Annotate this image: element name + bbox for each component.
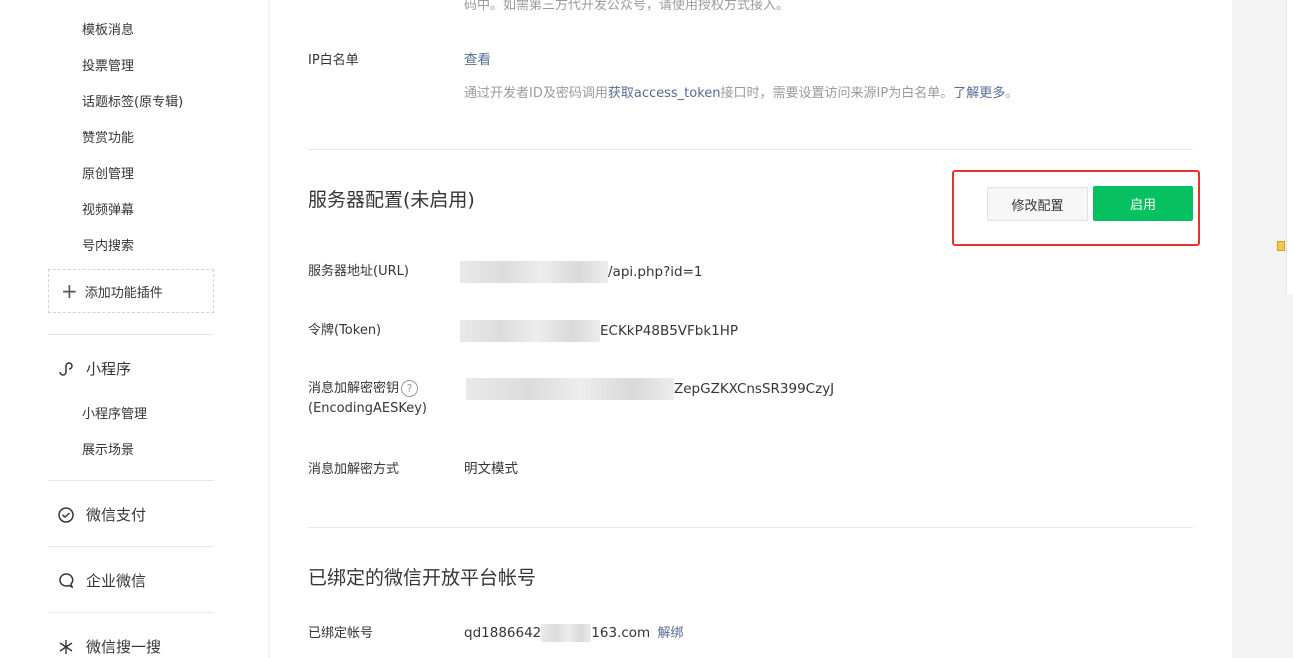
server-url-value: /api.php?id=1 bbox=[460, 261, 703, 283]
server-url-label: 服务器地址(URL) bbox=[308, 264, 409, 279]
sidebar-group-wechat-search[interactable]: 微信搜一搜 bbox=[56, 636, 161, 657]
sidebar-item-original-management[interactable]: 原创管理 bbox=[82, 163, 134, 182]
mini-program-icon bbox=[56, 359, 76, 379]
account-suffix: 163.com bbox=[591, 625, 651, 641]
sidebar-group-mini-program[interactable]: 小程序 bbox=[56, 358, 131, 379]
wechat-pay-icon bbox=[56, 505, 76, 525]
redacted-area bbox=[466, 378, 674, 400]
token-value: ECKkP48B5VFbk1HP bbox=[460, 320, 738, 342]
help-icon[interactable]: ? bbox=[401, 380, 419, 397]
aes-key-value: ZepGZKXCnsSR399CzyJ bbox=[466, 378, 834, 400]
add-plugin-button[interactable]: + 添加功能插件 bbox=[48, 269, 214, 313]
token-label: 令牌(Token) bbox=[308, 323, 382, 338]
redacted-area bbox=[460, 320, 600, 342]
sidebar-divider bbox=[48, 546, 214, 547]
sidebar-item-in-account-search[interactable]: 号内搜索 bbox=[82, 235, 134, 254]
sidebar-group-label: 微信支付 bbox=[86, 506, 147, 524]
sidebar-item-topic-tags[interactable]: 话题标签(原专辑) bbox=[82, 91, 183, 110]
add-plugin-label: 添加功能插件 bbox=[84, 285, 163, 301]
page-gutter bbox=[1232, 0, 1293, 658]
tip-text: 。 bbox=[1005, 86, 1019, 101]
learn-more-link[interactable]: 了解更多 bbox=[953, 86, 1005, 101]
ip-whitelist-label: IP白名单 bbox=[308, 53, 359, 68]
sidebar-item-template-message[interactable]: 模板消息 bbox=[82, 19, 134, 38]
sidebar-group-label: 企业微信 bbox=[86, 572, 147, 590]
sidebar-divider bbox=[48, 480, 214, 481]
section-divider bbox=[308, 527, 1193, 528]
feedback-marker-icon[interactable] bbox=[1277, 241, 1285, 251]
redacted-area bbox=[460, 261, 608, 283]
section-divider bbox=[308, 149, 1193, 150]
sidebar-group-wechat-pay[interactable]: 微信支付 bbox=[56, 504, 146, 525]
encryption-mode-label: 消息加解密方式 bbox=[308, 462, 400, 477]
sidebar-divider bbox=[48, 334, 214, 335]
sidebar-item-vote-management[interactable]: 投票管理 bbox=[82, 55, 134, 74]
server-config-title: 服务器配置(未启用) bbox=[308, 189, 475, 211]
sidebar-item-reward[interactable]: 赞赏功能 bbox=[82, 127, 134, 146]
truncated-description: 码中。如需第三方代开发公众号，请使用授权方式接入。 bbox=[464, 0, 790, 13]
plus-icon: + bbox=[61, 279, 78, 303]
sidebar-divider bbox=[48, 612, 214, 613]
sidebar-item-mini-program-management[interactable]: 小程序管理 bbox=[82, 403, 147, 422]
work-wechat-icon bbox=[56, 571, 76, 591]
encryption-mode-value: 明文模式 bbox=[464, 461, 518, 477]
sidebar-item-video-danmaku[interactable]: 视频弹幕 bbox=[82, 199, 134, 218]
sidebar-group-label: 微信搜一搜 bbox=[86, 638, 162, 656]
account-prefix: qd1886642 bbox=[464, 625, 542, 641]
aes-key-label-line1: 消息加解密密钥 bbox=[308, 381, 400, 396]
unbind-link[interactable]: 解绑 bbox=[657, 626, 683, 641]
tip-text: 接口时，需要设置访问来源IP为白名单。 bbox=[720, 86, 954, 101]
server-url-text: /api.php?id=1 bbox=[608, 264, 703, 280]
token-text: ECKkP48B5VFbk1HP bbox=[600, 323, 739, 339]
bound-account-value: qd1886642 163.com 解绑 bbox=[464, 623, 683, 644]
bound-account-label: 已绑定帐号 bbox=[308, 626, 374, 641]
enable-button[interactable]: 启用 bbox=[1093, 186, 1193, 221]
tip-text: 通过开发者ID及密码调用 bbox=[464, 86, 608, 101]
modify-config-button[interactable]: 修改配置 bbox=[987, 187, 1088, 221]
sidebar-group-label: 小程序 bbox=[86, 360, 132, 378]
redacted-area bbox=[541, 624, 592, 642]
ip-whitelist-view-link[interactable]: 查看 bbox=[464, 50, 491, 70]
wechat-search-icon bbox=[56, 637, 76, 657]
aes-key-label: 消息加解密密钥? (EncodingAESKey) bbox=[308, 379, 427, 419]
aes-key-text: ZepGZKXCnsSR399CzyJ bbox=[674, 381, 835, 397]
open-platform-title: 已绑定的微信开放平台帐号 bbox=[308, 567, 537, 589]
aes-key-label-line2: (EncodingAESKey) bbox=[308, 401, 427, 416]
sidebar-item-display-scenes[interactable]: 展示场景 bbox=[82, 439, 134, 458]
access-token-link[interactable]: 获取access_token bbox=[608, 86, 721, 101]
ip-whitelist-tip: 通过开发者ID及密码调用获取access_token接口时，需要设置访问来源IP… bbox=[464, 82, 1018, 101]
sidebar-group-work-wechat[interactable]: 企业微信 bbox=[56, 570, 146, 591]
scrollbar[interactable] bbox=[1286, 0, 1293, 294]
